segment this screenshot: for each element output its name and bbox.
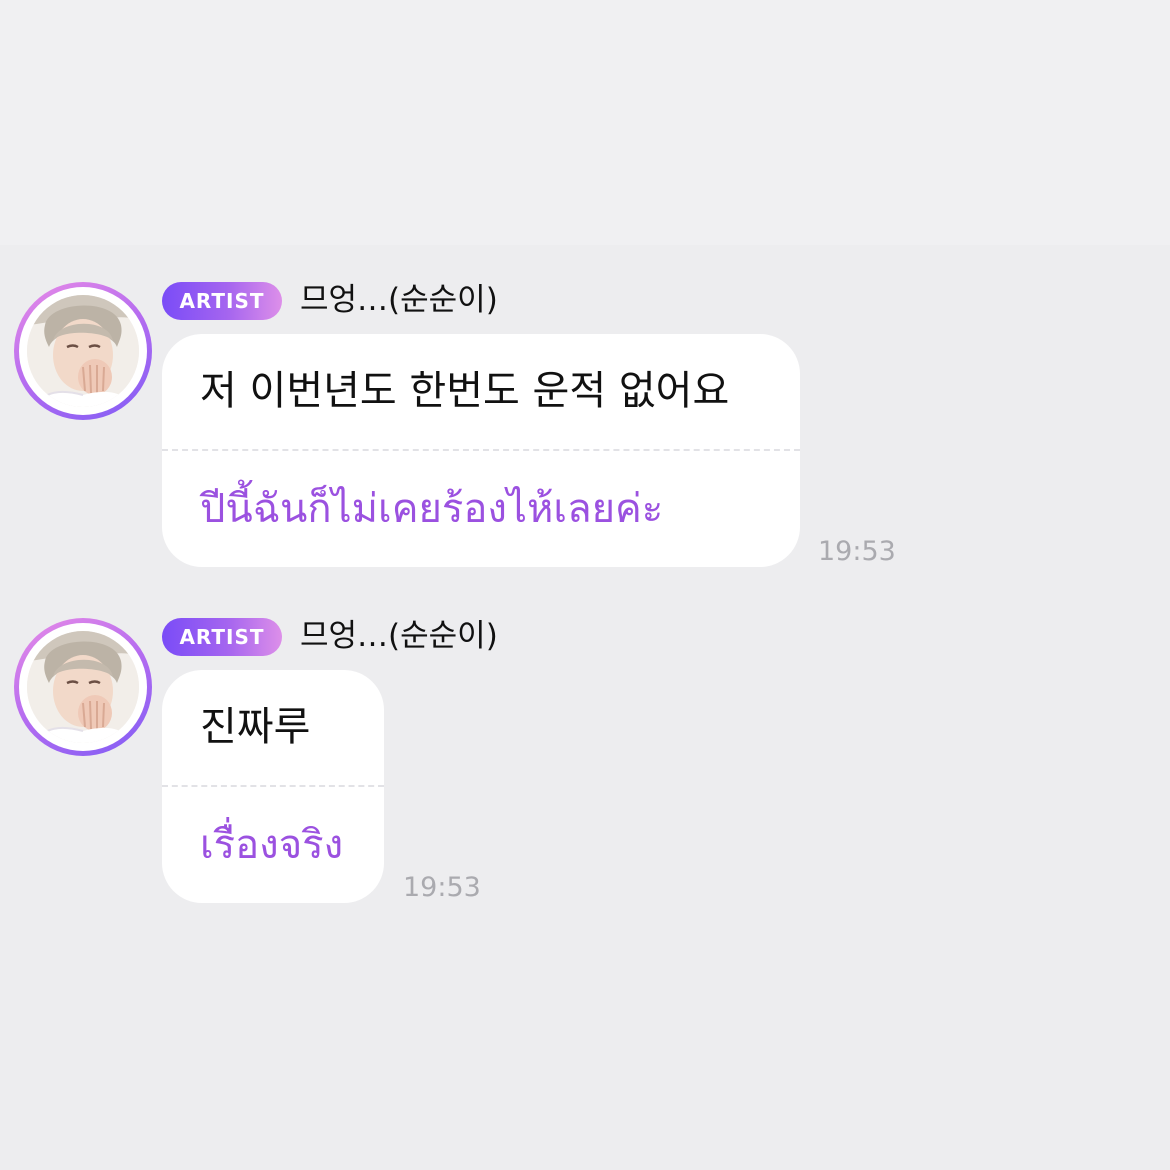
message-bubble[interactable]: 진짜루 เรื่องจริง: [162, 670, 384, 903]
translated-text: เรื่องจริง: [200, 822, 344, 868]
message-time: 19:53: [403, 872, 481, 903]
artist-badge: ARTIST: [162, 618, 282, 656]
message-bubble[interactable]: 저 이번년도 한번도 운적 없어요 ปีนี้ฉันก็ไม่เคยร้องไห…: [162, 334, 800, 567]
top-empty-area: [0, 0, 1170, 245]
avatar[interactable]: [14, 282, 152, 420]
translated-text: ปีนี้ฉันก็ไม่เคยร้องไห้เลยค่ะ: [200, 486, 664, 532]
original-text: 저 이번년도 한번도 운적 없어요: [200, 368, 730, 414]
avatar-photo-icon: [27, 631, 139, 743]
original-text: 진짜루: [200, 704, 311, 750]
avatar-photo-icon: [27, 295, 139, 407]
message-time: 19:53: [818, 536, 896, 567]
sender-name[interactable]: 므엉…(순순이): [300, 613, 498, 659]
avatar[interactable]: [14, 618, 152, 756]
sender-name[interactable]: 므엉…(순순이): [300, 277, 498, 323]
artist-badge: ARTIST: [162, 282, 282, 320]
